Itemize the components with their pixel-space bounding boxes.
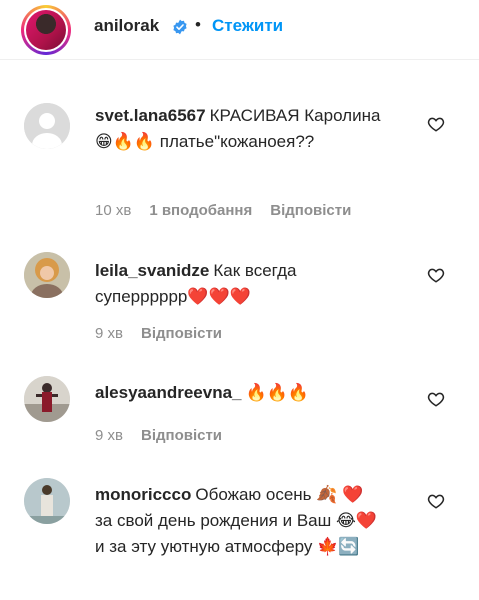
comment-time[interactable]: 9 хв — [95, 427, 123, 444]
comment-message: 🔥🔥🔥 — [245, 383, 310, 402]
comment-avatar[interactable] — [24, 252, 70, 298]
comment-time[interactable]: 9 хв — [95, 325, 123, 342]
comment-meta: 9 хв Відповісти — [95, 427, 222, 444]
comment-text: leila_svanidze Как всегда суперррррр❤️❤️❤… — [95, 258, 385, 310]
comment-likes[interactable]: 1 вподобання — [149, 202, 252, 219]
profile-avatar[interactable] — [21, 5, 71, 55]
default-avatar-icon — [24, 103, 70, 149]
reply-button[interactable]: Відповісти — [141, 427, 222, 444]
comment-meta: 10 хв 1 вподобання Відповісти — [95, 202, 351, 219]
comment-avatar[interactable] — [24, 103, 70, 149]
separator-dot: • — [195, 15, 201, 34]
heart-outline-icon[interactable] — [427, 492, 445, 510]
comment-text: alesyaandreevna_ 🔥🔥🔥 — [95, 380, 385, 406]
comment-username[interactable]: monoriccco — [95, 485, 191, 504]
comment-text: svet.lana6567 КРАСИВАЯ Каролина 😁🔥🔥 плать… — [95, 103, 385, 155]
reply-button[interactable]: Відповісти — [270, 202, 351, 219]
comment-username[interactable]: alesyaandreevna_ — [95, 383, 242, 402]
post-username[interactable]: anilorak — [94, 16, 159, 36]
reply-button[interactable]: Відповісти — [141, 325, 222, 342]
comment-username[interactable]: leila_svanidze — [95, 261, 209, 280]
comment-time[interactable]: 10 хв — [95, 202, 131, 219]
post-header: anilorak • Стежити — [0, 0, 479, 60]
heart-outline-icon[interactable] — [427, 115, 445, 133]
comment-text: monoriccco Обожаю осень 🍂 ❤️ за свой день… — [95, 482, 385, 560]
user-photo-icon — [24, 376, 70, 422]
user-photo-icon — [24, 478, 70, 524]
comment-username[interactable]: svet.lana6567 — [95, 106, 206, 125]
user-photo-icon — [24, 252, 70, 298]
follow-button[interactable]: Стежити — [212, 16, 283, 36]
comment-avatar[interactable] — [24, 478, 70, 524]
comment-meta: 9 хв Відповісти — [95, 325, 222, 342]
heart-outline-icon[interactable] — [427, 266, 445, 284]
comment-avatar[interactable] — [24, 376, 70, 422]
heart-outline-icon[interactable] — [427, 390, 445, 408]
verified-badge-icon — [173, 19, 187, 35]
